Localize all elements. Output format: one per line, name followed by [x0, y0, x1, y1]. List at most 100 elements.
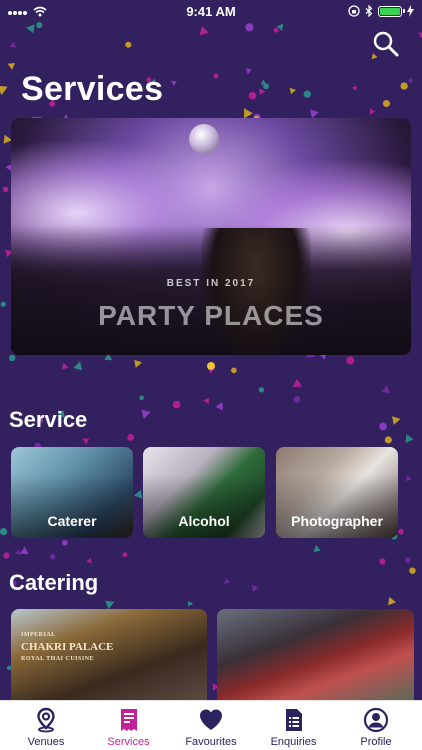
- confetti-dot: [400, 82, 408, 90]
- tab-venues[interactable]: Venues: [5, 701, 87, 750]
- confetti-dot: [258, 387, 265, 393]
- confetti-dot: [127, 433, 135, 441]
- confetti-triangle: [7, 63, 16, 70]
- service-card-caterer[interactable]: Caterer: [11, 447, 133, 538]
- confetti-triangle: [0, 86, 8, 96]
- confetti-triangle: [19, 546, 29, 555]
- confetti-triangle: [134, 489, 143, 499]
- confetti-triangle: [388, 596, 396, 606]
- confetti-dot: [0, 528, 8, 536]
- confetti-triangle: [171, 80, 177, 87]
- restaurant-sign-top: IMPERIAL: [21, 632, 56, 638]
- service-card-alcohol[interactable]: Alcohol: [143, 447, 265, 538]
- battery-icon: [378, 5, 405, 17]
- confetti-dot: [0, 301, 6, 307]
- tab-profile[interactable]: Profile: [335, 701, 417, 750]
- wifi-icon: [33, 6, 47, 16]
- heart-icon: [200, 709, 222, 730]
- confetti-triangle: [310, 109, 319, 119]
- search-icon: [373, 31, 399, 57]
- confetti-triangle: [15, 549, 21, 555]
- confetti-dot: [3, 552, 10, 559]
- confetti-dot: [273, 27, 279, 33]
- confetti-triangle: [141, 409, 151, 419]
- service-card-label: Caterer: [47, 513, 97, 529]
- bluetooth-icon: [365, 5, 373, 17]
- confetti-dot: [248, 91, 257, 100]
- confetti-triangle: [199, 26, 209, 36]
- confetti-dot: [405, 557, 411, 563]
- list-document-icon: [285, 709, 302, 731]
- confetti-dot: [231, 367, 237, 374]
- confetti-triangle: [313, 545, 321, 552]
- disco-ball: [189, 124, 219, 154]
- tab-services[interactable]: Services: [88, 701, 170, 750]
- restaurant-sign-name: CHAKRI PALACE: [21, 641, 114, 653]
- tab-label: Venues: [27, 736, 65, 748]
- status-bar-right: [294, 5, 414, 17]
- confetti-dot: [263, 83, 269, 90]
- confetti-triangle: [289, 87, 296, 95]
- confetti-dot: [125, 41, 132, 48]
- banner-kicker: BEST IN 2017: [166, 278, 256, 289]
- status-bar: 9:41 AM: [0, 0, 422, 22]
- confetti-dot: [379, 558, 386, 565]
- restaurant-sign: IMPERIAL CHAKRI PALACE ROYAL THAI CUISIN…: [21, 629, 113, 665]
- confetti-triangle: [26, 24, 35, 34]
- lock-rotation-icon: [348, 5, 360, 17]
- confetti-triangle: [245, 68, 252, 75]
- confetti-dot: [139, 395, 144, 401]
- search-button[interactable]: [372, 30, 400, 58]
- confetti-dot: [398, 528, 404, 535]
- confetti-triangle: [381, 385, 390, 394]
- confetti-triangle: [82, 438, 90, 445]
- confetti-triangle: [73, 361, 83, 371]
- catering-card-chakri-palace[interactable]: IMPERIAL CHAKRI PALACE ROYAL THAI CUISIN…: [11, 609, 207, 701]
- service-card-photographer[interactable]: Photographer: [276, 447, 398, 538]
- restaurant-sign-sub: ROYAL THAI CUISINE: [21, 656, 95, 662]
- confetti-triangle: [203, 397, 209, 404]
- confetti-dot: [172, 400, 181, 409]
- confetti-triangle: [405, 434, 414, 443]
- confetti-dot: [213, 73, 219, 79]
- confetti-triangle: [259, 88, 266, 95]
- confetti-dot: [2, 186, 9, 193]
- tab-favourites[interactable]: Favourites: [170, 701, 252, 750]
- service-section-title: Service: [9, 407, 88, 432]
- confetti-dot: [293, 396, 301, 403]
- confetti-triangle: [188, 600, 194, 607]
- confetti-triangle: [292, 378, 303, 388]
- tab-label: Enquiries: [270, 736, 317, 748]
- confetti-triangle: [406, 475, 412, 482]
- catering-card-party-hall[interactable]: [217, 609, 414, 701]
- confetti-dot: [379, 422, 387, 431]
- confetti-dot: [409, 567, 416, 574]
- document-icon: [120, 709, 137, 731]
- confetti-triangle: [418, 32, 422, 39]
- confetti-dot: [303, 90, 311, 98]
- hero-banner[interactable]: BEST IN 2017 PARTY PLACES: [11, 118, 411, 355]
- service-card-label: Alcohol: [178, 513, 230, 529]
- confetti-dot: [384, 436, 392, 444]
- confetti-dot: [245, 23, 254, 32]
- confetti-dot: [8, 354, 16, 362]
- confetti-triangle: [369, 108, 376, 115]
- confetti-dot: [50, 553, 56, 560]
- user-circle-icon: [363, 707, 389, 733]
- signal-icon: [8, 11, 27, 15]
- confetti-dot: [36, 22, 43, 29]
- confetti-triangle: [351, 85, 357, 91]
- tab-bar: Venues Services Favourites Enquiries Pro…: [0, 700, 422, 750]
- confetti-triangle: [407, 77, 413, 83]
- confetti-triangle: [251, 584, 259, 592]
- status-time: 9:41 AM: [186, 3, 236, 19]
- banner-headline: PARTY PLACES: [98, 300, 324, 331]
- confetti-triangle: [244, 108, 253, 119]
- service-card-label: Photographer: [291, 513, 383, 529]
- confetti-triangle: [134, 359, 142, 368]
- status-bar-left: [8, 6, 128, 17]
- confetti-triangle: [215, 402, 223, 411]
- confetti-dot: [346, 356, 355, 365]
- tab-enquiries[interactable]: Enquiries: [253, 701, 335, 750]
- confetti-dot: [61, 539, 68, 546]
